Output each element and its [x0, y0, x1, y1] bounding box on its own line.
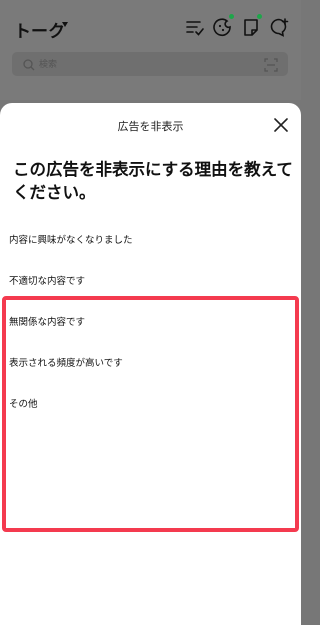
close-icon [274, 118, 288, 132]
reason-option[interactable]: 内容に興味がなくなりました [9, 229, 259, 253]
search-bar[interactable]: 検索 [12, 52, 288, 76]
reason-option[interactable]: 無関係な内容です [9, 311, 259, 335]
reason-option[interactable]: 不適切な内容です [9, 270, 259, 294]
reason-question: この広告を非表示にする理由を教えてください。 [13, 160, 293, 202]
chat-list-header: トーク 検索 [0, 0, 301, 100]
scan-icon[interactable] [264, 57, 278, 72]
hide-ad-sheet: 広告を非表示 この広告を非表示にする理由を教えてください。 内容に興味がなくなり… [0, 103, 301, 625]
search-icon [22, 57, 36, 71]
cookie-sparkle-icon[interactable] [213, 17, 233, 37]
title-dropdown-icon[interactable] [62, 22, 68, 27]
screen: トーク 検索 広告を非表示 この広告を非表示にする理由を教えてください。 内容に… [0, 0, 301, 625]
list-check-icon[interactable] [185, 17, 205, 37]
sheet-title: 広告を非表示 [117, 120, 184, 133]
reason-option[interactable]: 表示される頻度が高いです [9, 352, 259, 376]
chat-add-icon[interactable] [269, 17, 289, 37]
reason-option[interactable]: その他 [9, 393, 259, 417]
notification-dot [257, 14, 262, 19]
notification-dot [229, 14, 234, 19]
page-title[interactable]: トーク [14, 17, 65, 42]
search-placeholder: 検索 [39, 60, 58, 70]
note-icon[interactable] [241, 17, 261, 37]
close-button[interactable] [272, 116, 290, 134]
